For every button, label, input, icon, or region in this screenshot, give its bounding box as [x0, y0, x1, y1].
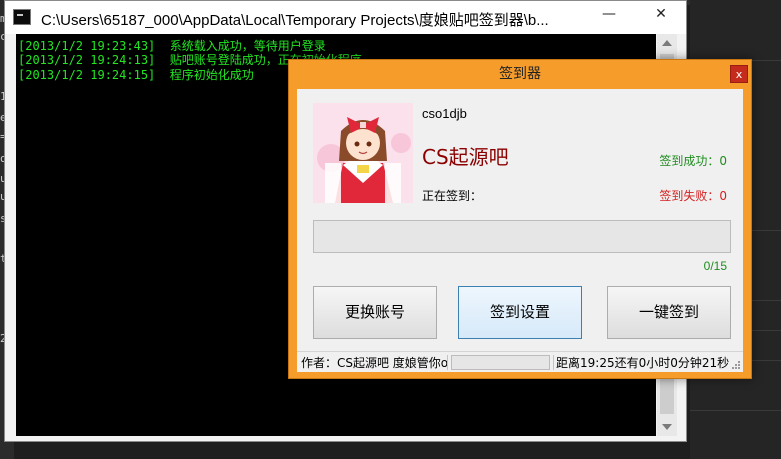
console-close-button[interactable]: ✕ — [641, 1, 681, 27]
console-app-icon — [13, 9, 31, 25]
forum-name: CS起源吧 — [422, 145, 509, 169]
sign-in-dialog: 签到器 x cso1djb CS起源吧 正在签到： 签到成功：0 签到失败：0 … — [288, 59, 752, 379]
user-avatar — [313, 103, 413, 203]
sign-settings-button[interactable]: 签到设置 — [458, 286, 582, 339]
status-separator — [553, 355, 554, 370]
one-click-sign-button[interactable]: 一键签到 — [607, 286, 731, 339]
progress-counter: 0/15 — [703, 259, 727, 273]
signing-label: 正在签到： — [422, 189, 483, 203]
switch-account-button[interactable]: 更换账号 — [313, 286, 437, 339]
username: cso1djb — [422, 106, 467, 121]
dialog-title[interactable]: 签到器 — [289, 60, 751, 88]
scroll-up-icon[interactable] — [662, 40, 672, 46]
scroll-down-icon[interactable] — [662, 424, 672, 430]
author-label: 作者：CS起源吧 度娘管你o — [301, 356, 449, 370]
log-line: [2013/1/2 19:24:15] 程序初始化成功 — [18, 68, 254, 82]
status-bar: 作者：CS起源吧 度娘管你o 距离19:25还有0小时0分钟21秒 — [297, 351, 743, 372]
countdown-timer: 距离19:25还有0小时0分钟21秒 — [556, 356, 730, 370]
minimize-button[interactable]: — — [589, 1, 629, 27]
dialog-close-button[interactable]: x — [730, 65, 748, 83]
sign-progress-bar — [313, 220, 731, 253]
fail-count: 签到失败：0 — [659, 189, 727, 203]
resize-grip-icon[interactable] — [731, 360, 741, 370]
success-count: 签到成功：0 — [659, 154, 727, 168]
console-title: C:\Users\65187_000\AppData\Local\Tempora… — [41, 12, 549, 29]
dialog-body: cso1djb CS起源吧 正在签到： 签到成功：0 签到失败：0 0/15 更… — [297, 89, 743, 372]
anime-avatar-image — [313, 103, 413, 203]
status-separator — [447, 355, 448, 370]
console-titlebar[interactable]: C:\Users\65187_000\AppData\Local\Tempora… — [5, 1, 686, 34]
status-progress-bar — [451, 355, 550, 370]
